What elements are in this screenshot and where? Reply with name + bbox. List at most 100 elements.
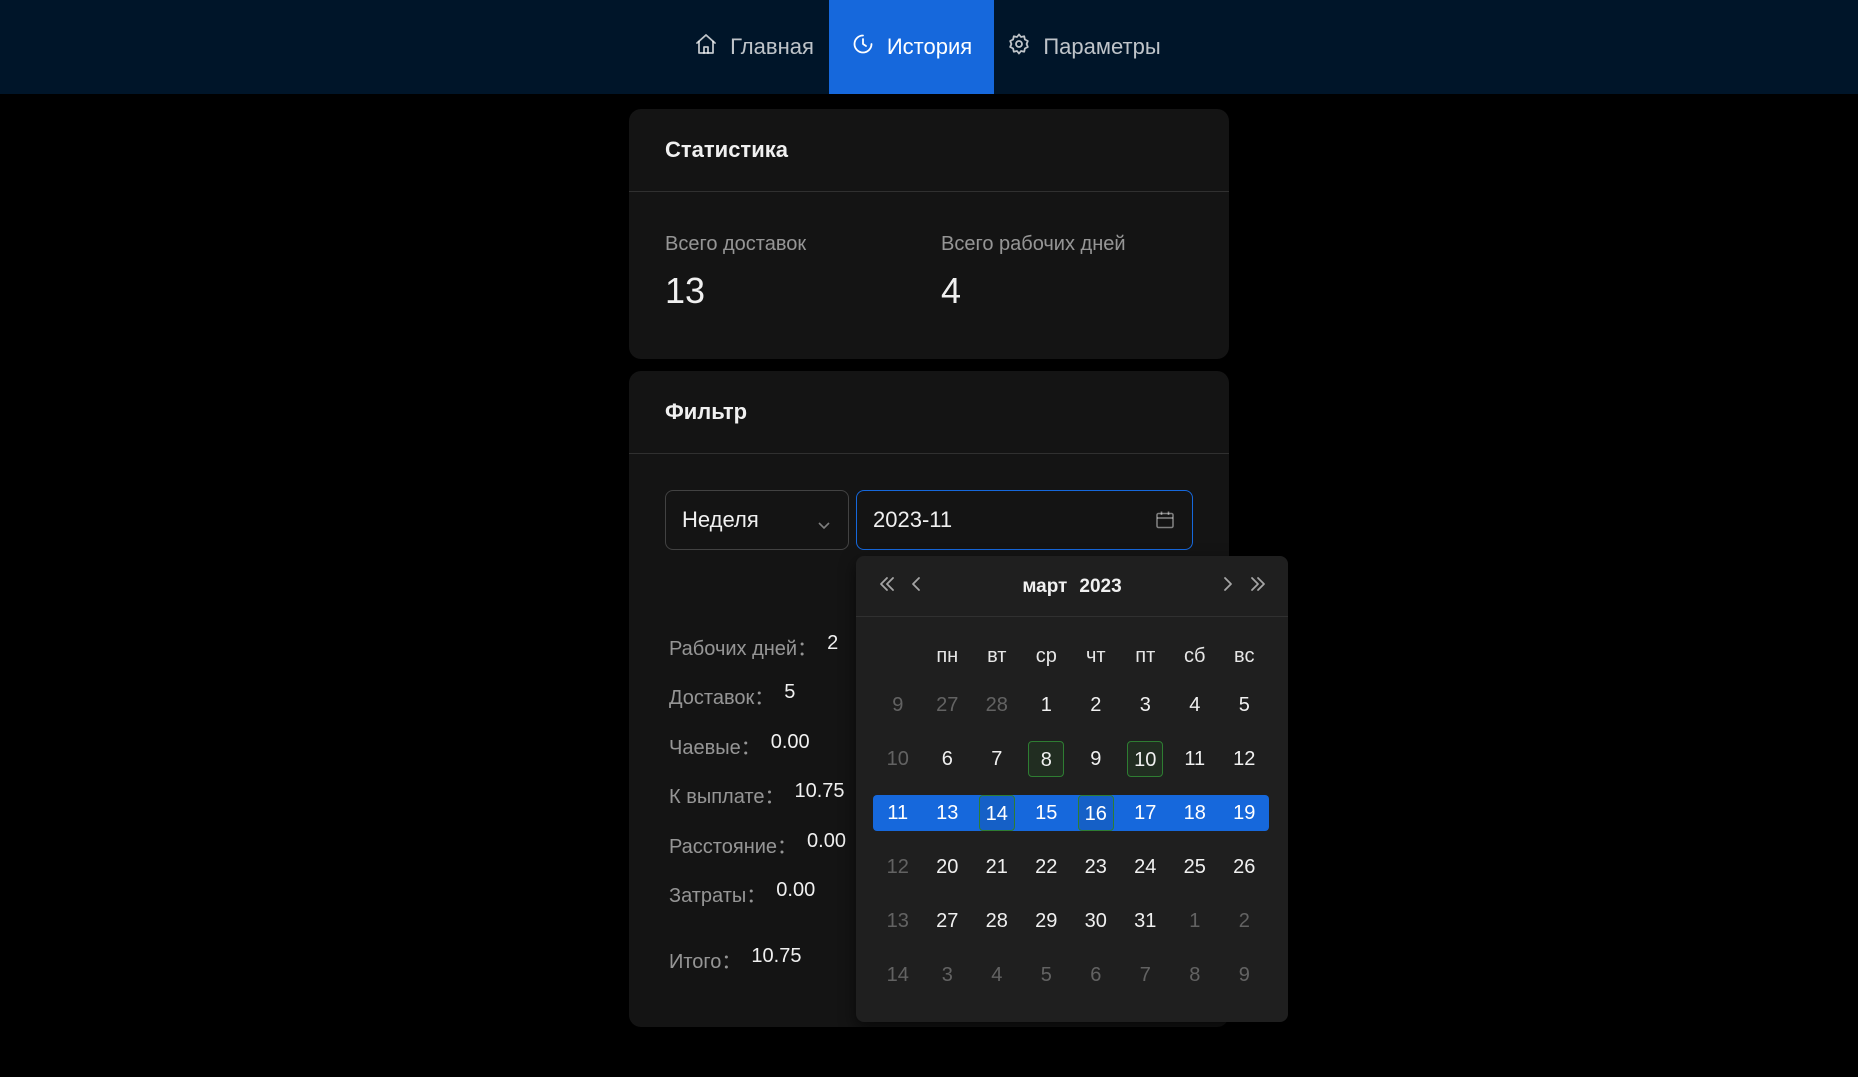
calendar-day[interactable]: 30 [1071,903,1121,939]
calendar-day[interactable]: 2 [1071,687,1121,723]
calendar-day[interactable]: 28 [972,903,1022,939]
calendar-day[interactable]: 18 [1170,795,1220,831]
summary-payout: К выплате： 10.75 [669,780,845,809]
calendar-day[interactable]: 20 [923,849,973,885]
calendar-day-number: 7 [1139,964,1151,986]
period-select[interactable]: Неделя [665,490,849,550]
statistics-card: Статистика Всего доставок 13 Всего рабоч… [629,109,1229,359]
total-deliveries-stat: Всего доставок 13 [665,233,806,312]
calendar-day-marked[interactable]: 8 [1022,741,1072,777]
calendar-day[interactable]: 25 [1170,849,1220,885]
week-number: 10 [886,747,909,770]
top-navigation: Главная История Параметры [0,0,1858,94]
calendar-day[interactable]: 5 [1220,687,1270,723]
calendar-day[interactable]: 3 [923,957,973,993]
year-selector[interactable]: 2023 [1079,576,1121,598]
calendar-day[interactable]: 4 [1170,687,1220,723]
nav-item-history[interactable]: История [829,0,994,94]
calendar-day-number: 1 [1040,694,1052,716]
calendar-day[interactable]: 1 [1170,903,1220,939]
calendar-day-number: 16 [1077,795,1114,831]
calendar-day[interactable]: 31 [1121,903,1171,939]
calendar-day-marked[interactable]: 16 [1071,795,1121,831]
calendar-day[interactable]: 26 [1220,849,1270,885]
calendar-day[interactable]: 29 [1022,903,1072,939]
summary-deliveries: Доставок： 5 [669,681,795,710]
week-number: 11 [887,801,909,824]
calendar-day[interactable]: 1 [1022,687,1072,723]
calendar-day-number: 27 [936,694,959,716]
calendar-day-number: 4 [1189,694,1201,716]
calendar-day[interactable]: 9 [1071,741,1121,777]
weekday-label: сб [1184,644,1206,667]
calendar-day[interactable]: 2 [1220,903,1270,939]
calendar-day-number: 17 [1134,802,1157,824]
total-workdays-label: Всего рабочих дней [941,233,1126,255]
calendar-header: март 2023 [856,556,1288,617]
calendar-week-row[interactable]: 14 3 4 5 6 7 8 9 [873,948,1269,1002]
calendar-day[interactable]: 15 [1022,795,1072,831]
calendar-week-row[interactable]: 9 27 28 1 2 3 4 5 [873,678,1269,732]
calendar-day[interactable]: 6 [1071,957,1121,993]
calendar-day-marked[interactable]: 10 [1121,741,1171,777]
calendar-day[interactable]: 5 [1022,957,1072,993]
calendar-grid: пн вт ср чт пт сб вс 9 27 28 1 2 3 4 5 10 6 7 8 9 10 1… [873,634,1269,1002]
calendar-day[interactable]: 12 [1220,741,1270,777]
nav-item-home[interactable]: Главная [680,0,828,94]
calendar-day-marked[interactable]: 14 [972,795,1022,831]
calendar-day[interactable]: 17 [1121,795,1171,831]
calendar-day-number: 24 [1134,856,1157,878]
calendar-day[interactable]: 19 [1220,795,1270,831]
calendar-day-number: 6 [1090,964,1102,986]
calendar-day[interactable]: 9 [1220,957,1270,993]
calendar-week-row[interactable]: 11 13 14 15 16 17 18 19 [873,786,1269,840]
calendar-day[interactable]: 6 [923,741,973,777]
calendar-day[interactable]: 24 [1121,849,1171,885]
summary-payout-value: 10.75 [794,780,845,802]
calendar-day-number: 30 [1084,910,1107,932]
calendar-day[interactable]: 22 [1022,849,1072,885]
calendar-day-number: 1 [1189,910,1201,932]
calendar-day-number: 8 [1028,741,1065,777]
calendar-day-number: 9 [1238,964,1250,986]
weekday-label: пт [1135,644,1156,667]
next-year-button[interactable] [1246,573,1270,599]
calendar-day[interactable]: 7 [1121,957,1171,993]
calendar-day[interactable]: 27 [923,903,973,939]
weekday-header-row: пн вт ср чт пт сб вс [873,634,1269,678]
month-selector[interactable]: март [1022,576,1067,598]
calendar-week-row[interactable]: 10 6 7 8 9 10 11 12 [873,732,1269,786]
calendar-day[interactable]: 27 [923,687,973,723]
calendar-day[interactable]: 21 [972,849,1022,885]
calendar-day-number: 15 [1035,802,1058,824]
home-icon [694,32,718,62]
calendar-week-row[interactable]: 12 20 21 22 23 24 25 26 [873,840,1269,894]
summary-workdays-label: Рабочих дней： [669,638,818,660]
calendar-day[interactable]: 13 [923,795,973,831]
period-select-value: Неделя [682,507,759,532]
calendar-day[interactable]: 23 [1071,849,1121,885]
summary-tips: Чаевые： 0.00 [669,731,810,760]
calendar-icon [1154,509,1176,531]
weekday-label: чт [1085,644,1106,667]
calendar-day[interactable]: 4 [972,957,1022,993]
calendar-day[interactable]: 7 [972,741,1022,777]
double-chevron-right-icon [1247,573,1269,600]
nav-item-home-label: Главная [730,34,814,59]
summary-expenses-label: Затраты： [669,885,767,907]
nav-item-settings[interactable]: Параметры [994,0,1174,94]
calendar-day-number: 28 [985,910,1008,932]
calendar-day-number: 13 [936,802,959,824]
next-month-button[interactable] [1216,573,1240,599]
calendar-day[interactable]: 8 [1170,957,1220,993]
calendar-day[interactable]: 11 [1170,741,1220,777]
summary-expenses: Затраты： 0.00 [669,879,815,908]
date-picker-input[interactable]: 2023-11 [856,490,1193,550]
calendar-day[interactable]: 28 [972,687,1022,723]
date-picker-value: 2023-11 [873,507,953,532]
calendar-week-row[interactable]: 13 27 28 29 30 31 1 2 [873,894,1269,948]
gear-icon [1007,32,1031,62]
calendar-day[interactable]: 3 [1121,687,1171,723]
calendar-day-number: 11 [1184,748,1206,770]
summary-tips-label: Чаевые： [669,737,761,759]
